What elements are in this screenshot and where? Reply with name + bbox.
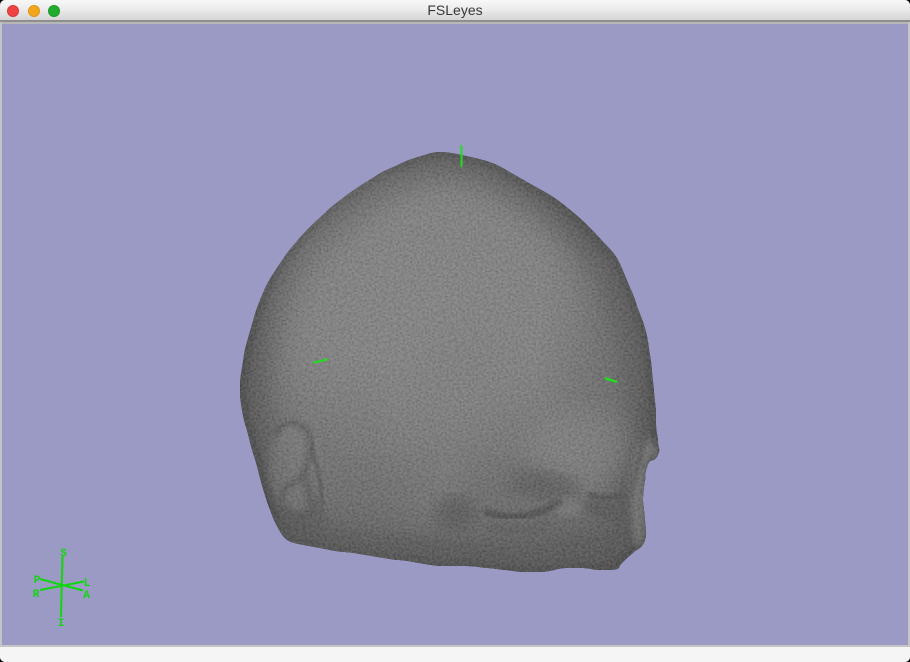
svg-text:R: R (33, 589, 40, 601)
svg-text:I: I (58, 618, 65, 630)
svg-text:A: A (83, 590, 90, 602)
svg-text:P: P (34, 575, 41, 587)
svg-text:S: S (60, 548, 67, 560)
svg-text:L: L (84, 578, 91, 590)
